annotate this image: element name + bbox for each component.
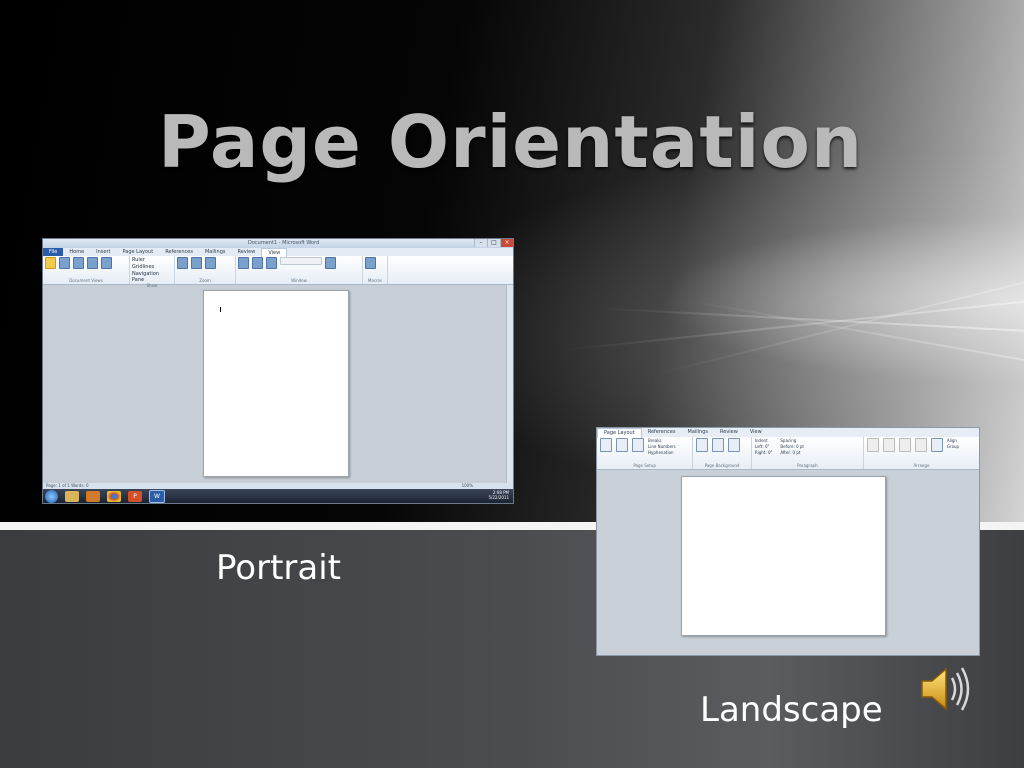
wrap-text-icon[interactable] (882, 438, 895, 452)
new-window-icon[interactable] (238, 257, 249, 269)
group-label: Paragraph (797, 463, 818, 468)
group-label: Zoom (199, 278, 211, 283)
system-clock: 2:08 PM 5/22/2011 (488, 490, 509, 500)
group-page-setup: Breaks Line Numbers Hyphenation Page Set… (597, 437, 694, 469)
group-arrange: Align Group Arrange (864, 437, 979, 469)
outline-icon[interactable] (87, 257, 98, 269)
bring-forward-icon[interactable] (898, 438, 911, 452)
position-icon[interactable] (866, 438, 879, 452)
ribbon-tabs: Page Layout References Mailings Review V… (597, 428, 979, 438)
document-page-portrait[interactable] (203, 290, 349, 477)
windows-taskbar: P W 2:08 PM 5/22/2011 (43, 489, 513, 503)
chrome-icon[interactable] (107, 490, 121, 502)
group-zoom: Zoom (175, 256, 236, 284)
group-button[interactable]: Group (947, 444, 959, 450)
ribbon: Breaks Line Numbers Hyphenation Page Set… (597, 437, 979, 470)
word-icon[interactable]: W (149, 489, 165, 503)
ruler-checkbox[interactable]: Ruler (132, 257, 172, 263)
draft-icon[interactable] (101, 257, 112, 269)
zoom-100-icon[interactable] (191, 257, 202, 269)
window-titlebar: Document1 - Microsoft Word – □ × (43, 239, 513, 248)
arrange-all-icon[interactable] (252, 257, 263, 269)
gridlines-checkbox[interactable]: Gridlines (132, 264, 172, 270)
maximize-icon[interactable]: □ (487, 239, 500, 247)
page-borders-icon[interactable] (728, 438, 741, 452)
view-side-by-side-icon[interactable] (280, 257, 322, 265)
columns-icon[interactable] (632, 438, 644, 452)
one-page-icon[interactable] (205, 257, 216, 269)
watermark-icon[interactable] (696, 438, 709, 452)
selection-pane-icon[interactable] (930, 438, 943, 452)
explorer-icon[interactable] (65, 490, 79, 502)
full-screen-reading-icon[interactable] (59, 257, 70, 269)
tab-page-layout[interactable]: Page Layout (116, 248, 159, 256)
tab-references[interactable]: References (642, 428, 682, 437)
ribbon: Document Views Ruler Gridlines Navigatio… (43, 256, 513, 288)
powerpoint-icon[interactable]: P (128, 490, 142, 502)
orientation-icon[interactable] (600, 438, 612, 452)
navigation-pane-checkbox[interactable]: Navigation Pane (132, 271, 172, 283)
caption-portrait: Portrait (216, 548, 341, 588)
group-document-views: Document Views (43, 256, 130, 284)
indent-right-field[interactable]: Right: 0" (755, 450, 773, 456)
group-paragraph: Indent Left: 0" Right: 0" Spacing Before… (752, 437, 864, 469)
tab-mailings[interactable]: Mailings (682, 428, 715, 437)
tab-page-layout[interactable]: Page Layout (597, 428, 642, 438)
split-icon[interactable] (266, 257, 277, 269)
landscape-word-screenshot: Page Layout References Mailings Review V… (596, 427, 980, 656)
speaker-icon[interactable] (918, 664, 972, 714)
vertical-scrollbar[interactable] (506, 285, 513, 483)
text-cursor (220, 307, 221, 312)
start-orb-icon[interactable] (45, 489, 58, 503)
tab-view[interactable]: View (744, 428, 768, 437)
web-layout-icon[interactable] (73, 257, 84, 269)
tab-home[interactable]: Home (63, 248, 90, 256)
tab-mailings[interactable]: Mailings (199, 248, 232, 256)
switch-windows-icon[interactable] (325, 257, 336, 269)
group-label: Arrange (913, 463, 930, 468)
group-label: Window (291, 278, 307, 283)
group-window: Window (236, 256, 363, 284)
status-page-words: Page: 1 of 1 Words: 0 (46, 483, 89, 488)
group-macros: Macros (363, 256, 388, 284)
hyphenation-button[interactable]: Hyphenation (648, 450, 676, 456)
group-show: Ruler Gridlines Navigation Pane Show (130, 256, 175, 288)
media-player-icon[interactable] (86, 490, 100, 502)
minimize-icon[interactable]: – (474, 239, 487, 247)
group-label: Show (146, 283, 158, 288)
tab-insert[interactable]: Insert (90, 248, 116, 256)
spacing-after-field[interactable]: After: 0 pt (780, 450, 804, 456)
size-icon[interactable] (616, 438, 628, 452)
close-icon[interactable]: × (500, 239, 513, 247)
group-label: Document Views (69, 278, 103, 283)
macros-icon[interactable] (365, 257, 376, 269)
tab-file[interactable]: File (43, 248, 64, 256)
group-label: Macros (367, 278, 383, 283)
zoom-icon[interactable] (177, 257, 188, 269)
ribbon-tabs: File Home Insert Page Layout References … (43, 247, 513, 257)
slide-title: Page Orientation (158, 100, 864, 184)
window-title: Document1 - Microsoft Word (248, 240, 320, 246)
group-label: Page Background (704, 463, 740, 468)
tab-references[interactable]: References (159, 248, 199, 256)
group-label: Page Setup (633, 463, 656, 468)
tab-review[interactable]: Review (714, 428, 744, 437)
print-layout-icon[interactable] (45, 257, 56, 269)
page-color-icon[interactable] (712, 438, 725, 452)
document-page-landscape[interactable] (681, 476, 886, 636)
tab-review[interactable]: Review (231, 248, 261, 256)
caption-landscape: Landscape (700, 690, 883, 730)
send-backward-icon[interactable] (914, 438, 927, 452)
group-page-background: Page Background (693, 437, 752, 469)
clock-date: 5/22/2011 (488, 495, 509, 500)
portrait-word-screenshot: Document1 - Microsoft Word – □ × File Ho… (42, 238, 514, 504)
